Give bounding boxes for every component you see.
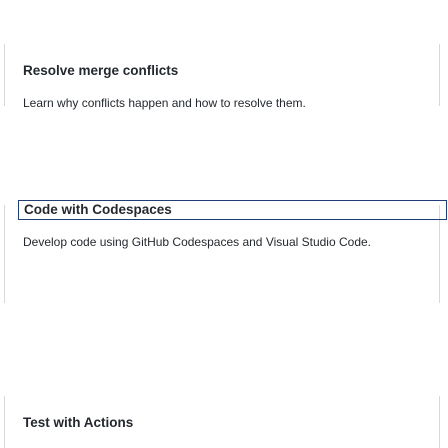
course-title[interactable]: Test with Actions (23, 415, 133, 430)
course-card-test-with-actions[interactable]: Test with Actions (4, 396, 440, 448)
course-card-resolve-merge-conflicts[interactable]: Resolve merge conflicts Learn why confli… (4, 44, 440, 110)
course-description: Develop code using GitHub Codespaces and… (23, 235, 371, 249)
course-title[interactable]: Resolve merge conflicts (23, 63, 178, 78)
course-description: Learn why conflicts happen and how to re… (23, 96, 306, 110)
courses-page: Resolve merge conflicts Learn why confli… (0, 0, 448, 448)
course-card-code-with-codespaces[interactable]: Code with Codespaces Develop code using … (4, 200, 447, 303)
focused-title-outline: Code with Codespaces (18, 200, 447, 220)
course-title[interactable]: Code with Codespaces (24, 202, 172, 217)
